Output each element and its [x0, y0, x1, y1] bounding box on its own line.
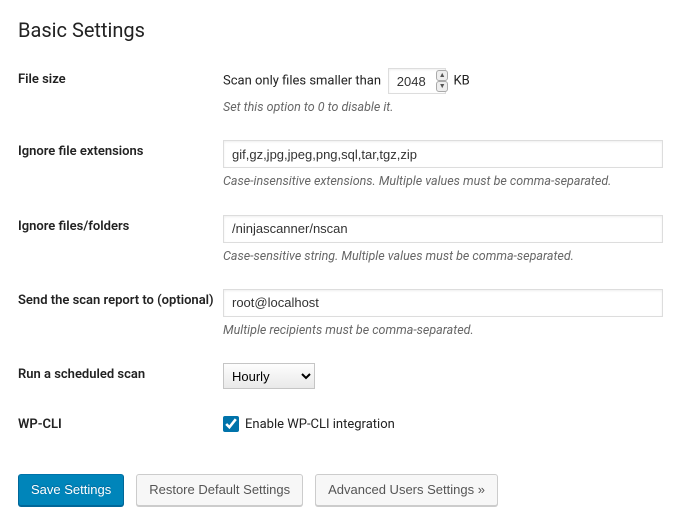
label-report-to: Send the scan report to (optional)	[18, 289, 223, 310]
spinner-up-icon[interactable]: ▲	[436, 70, 448, 81]
label-ignore-paths: Ignore files/folders	[18, 215, 223, 236]
file-size-suffix-text: KB	[453, 74, 469, 89]
row-file-size: File size Scan only files smaller than ▲…	[18, 68, 672, 116]
file-size-prefix-text: Scan only files smaller than	[223, 74, 381, 89]
label-ignore-ext: Ignore file extensions	[18, 140, 223, 161]
ignore-ext-input[interactable]	[223, 140, 663, 168]
report-to-input[interactable]	[223, 289, 663, 317]
row-scheduled: Run a scheduled scan Hourly	[18, 363, 672, 389]
ignore-ext-description: Case-insensitive extensions. Multiple va…	[223, 174, 663, 190]
row-wpcli: WP-CLI Enable WP-CLI integration	[18, 413, 672, 434]
buttons-row: Save Settings Restore Default Settings A…	[18, 474, 672, 506]
ignore-paths-description: Case-sensitive string. Multiple values m…	[223, 249, 663, 265]
ignore-paths-input[interactable]	[223, 215, 663, 243]
spinner-down-icon[interactable]: ▼	[436, 81, 448, 92]
label-scheduled: Run a scheduled scan	[18, 363, 223, 384]
wpcli-checkbox-label: Enable WP-CLI integration	[245, 417, 395, 432]
report-to-description: Multiple recipients must be comma-separa…	[223, 323, 663, 339]
wpcli-checkbox[interactable]	[223, 416, 239, 432]
restore-defaults-button[interactable]: Restore Default Settings	[136, 474, 303, 506]
label-file-size: File size	[18, 68, 223, 89]
scheduled-select[interactable]: Hourly	[223, 363, 315, 389]
save-button[interactable]: Save Settings	[18, 474, 124, 506]
advanced-settings-button[interactable]: Advanced Users Settings »	[315, 474, 498, 506]
row-report-to: Send the scan report to (optional) Multi…	[18, 289, 672, 339]
row-ignore-ext: Ignore file extensions Case-insensitive …	[18, 140, 672, 190]
page-title: Basic Settings	[18, 18, 672, 42]
label-wpcli: WP-CLI	[18, 413, 223, 434]
wpcli-checkbox-wrap[interactable]: Enable WP-CLI integration	[223, 413, 663, 432]
file-size-description: Set this option to 0 to disable it.	[223, 100, 663, 116]
row-ignore-paths: Ignore files/folders Case-sensitive stri…	[18, 215, 672, 265]
